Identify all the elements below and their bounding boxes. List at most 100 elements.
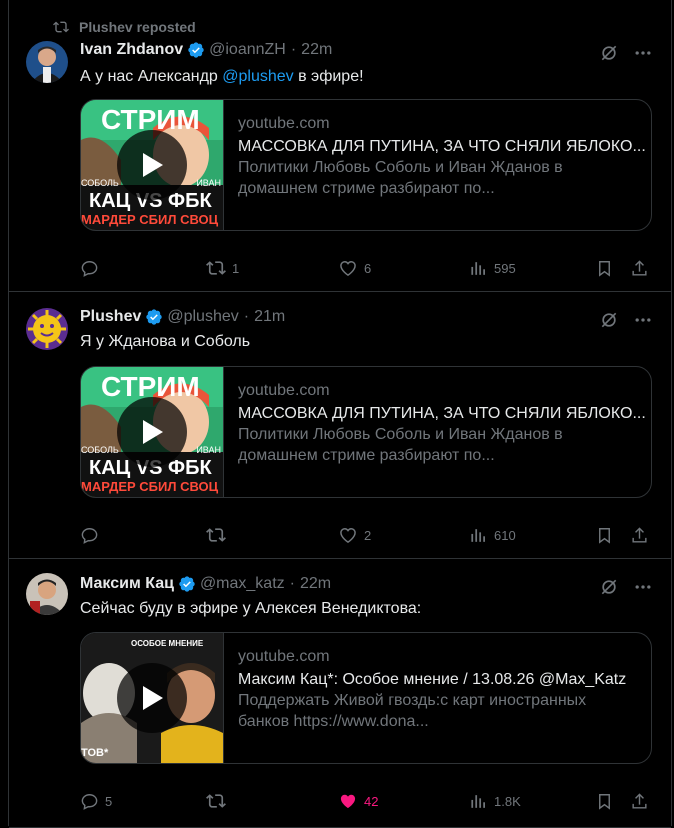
repost-label: Plushev reposted — [79, 19, 196, 35]
share-button[interactable] — [630, 526, 655, 545]
thumb-left-label: СОБОЛЬ — [81, 445, 119, 455]
grok-icon[interactable] — [599, 577, 619, 597]
display-name[interactable]: Ivan Zhdanov — [80, 41, 183, 59]
play-button[interactable] — [117, 130, 187, 200]
reply-button[interactable] — [80, 526, 105, 545]
thumb-bottom-label: МАРДЕР СБИЛ СВОЦ — [81, 212, 219, 227]
timestamp[interactable]: 22m — [301, 41, 332, 59]
more-icon[interactable] — [633, 310, 653, 330]
card-description: Политики Любовь Соболь и Иван Жданов в д… — [238, 159, 563, 197]
card-body: youtube.com Максим Кац*: Особое мнение /… — [224, 633, 638, 763]
timestamp[interactable]: 22m — [300, 575, 331, 593]
views-button[interactable]: 595 — [469, 259, 516, 278]
tweet-text-prefix: А у нас Александр — [80, 68, 218, 85]
card-domain: youtube.com — [238, 648, 330, 665]
more-icon[interactable] — [633, 577, 653, 597]
action-bar: 5 42 1.8K — [80, 791, 661, 811]
link-card[interactable]: СТРИМ СОБОЛЬ ИВАН КАЦ VS ФБК МАРДЕР СБИЛ… — [80, 99, 652, 231]
timeline: Plushev reposted Ivan Zhdanov @ioannZH ·… — [8, 0, 672, 828]
heart-icon — [340, 527, 356, 543]
tweet[interactable]: Максим Кац @max_katz · 22m Сейчас буду в… — [9, 559, 671, 828]
bookmark-button[interactable] — [595, 259, 620, 278]
view-count: 610 — [494, 527, 516, 543]
tweet-header: Plushev @plushev · 21m — [80, 308, 285, 326]
mention-link[interactable]: @plushev — [222, 68, 293, 85]
repost-icon — [206, 794, 226, 808]
grok-icon[interactable] — [599, 43, 619, 63]
bookmark-icon — [599, 793, 610, 810]
tweet[interactable]: Plushev @plushev · 21m Я у Жданова и Соб… — [9, 292, 671, 559]
verified-badge-icon — [145, 308, 163, 326]
tweet-text: А у нас Александр @plushev в эфире! — [80, 68, 364, 86]
verified-badge-icon — [187, 41, 205, 59]
avatar[interactable] — [26, 41, 68, 83]
thumb-bottom-label: ТОВ* — [81, 747, 109, 759]
thumb-left-label: СОБОЛЬ — [81, 178, 119, 188]
action-bar: 2 610 — [80, 525, 661, 545]
more-icon[interactable] — [633, 43, 653, 63]
play-icon — [143, 153, 163, 177]
separator-dot: · — [289, 575, 295, 592]
like-button[interactable]: 2 — [338, 525, 371, 545]
repost-button[interactable] — [206, 525, 232, 545]
tweet-header: Ivan Zhdanov @ioannZH · 22m — [80, 41, 332, 59]
reply-icon — [81, 260, 98, 277]
separator-dot: · — [243, 308, 250, 325]
repost-icon — [206, 261, 226, 275]
repost-button[interactable] — [206, 791, 232, 811]
tweet-top-actions — [599, 43, 653, 63]
tweet-header: Максим Кац @max_katz · 22m — [80, 575, 331, 593]
grok-icon[interactable] — [599, 310, 619, 330]
thumb-bottom-label: МАРДЕР СБИЛ СВОЦ — [81, 479, 219, 494]
user-handle[interactable]: @max_katz — [200, 575, 285, 593]
video-thumbnail[interactable]: СТРИМ СОБОЛЬ ИВАН КАЦ VS ФБК МАРДЕР СБИЛ… — [81, 367, 224, 497]
reply-button[interactable]: 5 — [80, 792, 112, 811]
link-card[interactable]: СТРИМ СОБОЛЬ ИВАН КАЦ VS ФБК МАРДЕР СБИЛ… — [80, 366, 652, 498]
like-button[interactable]: 42 — [338, 791, 378, 811]
views-button[interactable]: 1.8K — [469, 792, 521, 811]
thumb-title: ОСОБОЕ МНЕНИЕ — [131, 639, 204, 648]
repost-count: 1 — [232, 260, 240, 276]
avatar[interactable] — [26, 308, 68, 350]
reply-icon — [81, 793, 98, 810]
play-button[interactable] — [117, 663, 187, 733]
play-button[interactable] — [117, 397, 187, 467]
tweet-top-actions — [599, 577, 653, 597]
share-icon — [632, 792, 647, 809]
share-icon — [632, 259, 647, 276]
views-button[interactable]: 610 — [469, 526, 516, 545]
tweet-top-actions — [599, 310, 653, 330]
avatar[interactable] — [26, 573, 68, 615]
tweet[interactable]: Plushev reposted Ivan Zhdanov @ioannZH ·… — [9, 0, 671, 292]
video-thumbnail[interactable]: ОСОБОЕ МНЕНИЕ ТОВ* — [81, 633, 224, 763]
display-name[interactable]: Максим Кац — [80, 575, 174, 593]
share-button[interactable] — [630, 792, 655, 811]
bookmark-button[interactable] — [595, 526, 620, 545]
share-button[interactable] — [630, 259, 655, 278]
views-icon — [471, 261, 485, 275]
tweet-text-suffix: в эфире! — [293, 68, 364, 85]
user-handle[interactable]: @plushev — [167, 308, 238, 326]
reply-count: 5 — [105, 793, 113, 809]
like-count: 2 — [364, 527, 372, 543]
link-card[interactable]: ОСОБОЕ МНЕНИЕ ТОВ* youtube.com Максим Ка… — [80, 632, 652, 764]
reply-button[interactable] — [80, 259, 105, 278]
timestamp[interactable]: 21m — [254, 308, 285, 326]
like-count: 42 — [364, 793, 379, 809]
card-body: youtube.com МАССОВКА ДЛЯ ПУТИНА, ЗА ЧТО … — [224, 367, 646, 497]
bookmark-button[interactable] — [595, 792, 620, 811]
card-title: Максим Кац*: Особое мнение / 13.08.26 @M… — [238, 671, 627, 688]
share-icon — [632, 526, 647, 543]
video-thumbnail[interactable]: СТРИМ СОБОЛЬ ИВАН КАЦ VS ФБК МАРДЕР СБИЛ… — [81, 100, 224, 230]
reply-icon — [81, 527, 98, 544]
bookmark-icon — [599, 260, 610, 277]
repost-button[interactable]: 1 — [206, 258, 239, 278]
play-icon — [143, 686, 163, 710]
card-title: МАССОВКА ДЛЯ ПУТИНА, ЗА ЧТО СНЯЛИ ЯБЛОКО… — [238, 138, 646, 155]
user-handle[interactable]: @ioannZH — [209, 41, 286, 59]
tweet-text: Я у Жданова и Соболь — [80, 333, 251, 350]
display-name[interactable]: Plushev — [80, 308, 141, 326]
view-count: 595 — [494, 260, 516, 276]
like-button[interactable]: 6 — [338, 258, 371, 278]
verified-badge-icon — [178, 575, 196, 593]
